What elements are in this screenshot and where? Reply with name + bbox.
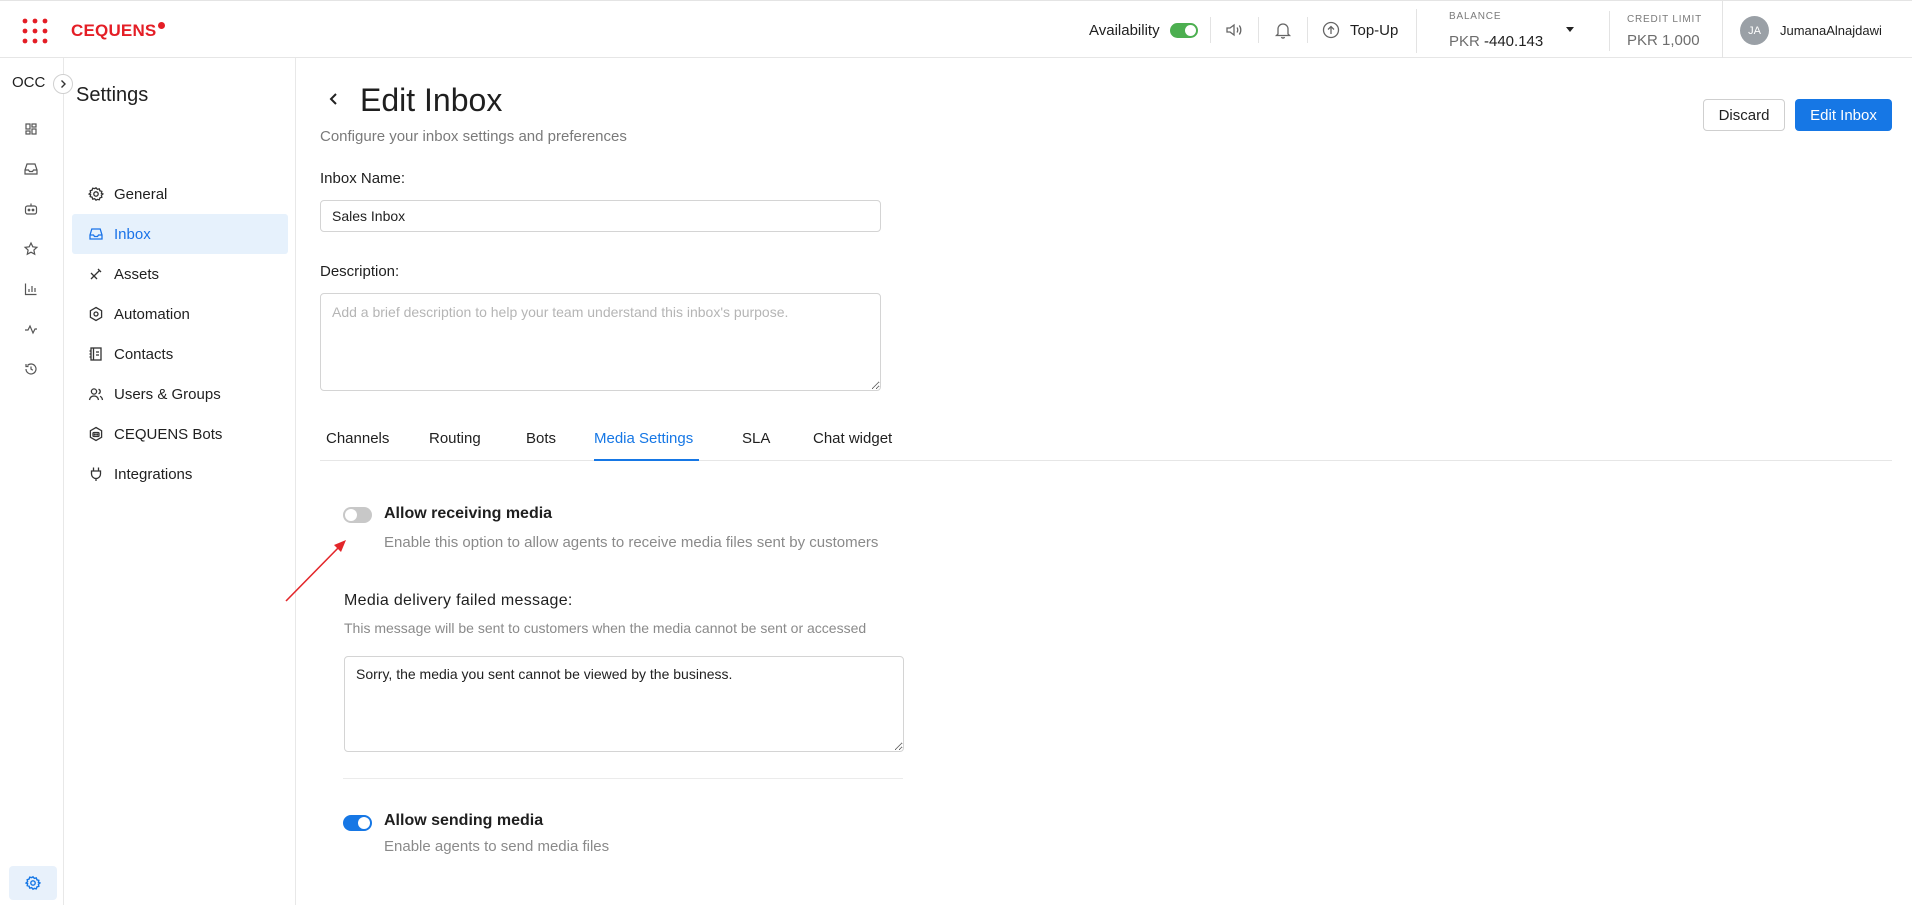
sidebar-item-general[interactable]: General <box>72 174 288 214</box>
discard-button[interactable]: Discard <box>1703 99 1785 131</box>
balance-dropdown-caret[interactable] <box>1566 27 1574 32</box>
sidebar-item-automation[interactable]: Automation <box>72 294 288 334</box>
allow-sending-media-description: Enable agents to send media files <box>384 838 610 855</box>
divider <box>1307 17 1308 43</box>
icon-rail: OCC <box>0 58 73 905</box>
gear-icon <box>25 875 41 891</box>
divider <box>1210 17 1211 43</box>
history-icon[interactable] <box>22 360 40 378</box>
activity-icon[interactable] <box>22 320 40 338</box>
logo-dot <box>158 22 165 29</box>
divider <box>1722 1 1723 59</box>
credit-limit-value: PKR 1,000 <box>1627 32 1700 49</box>
inbox-icon <box>88 226 104 242</box>
inbox-name-input[interactable] <box>320 200 881 232</box>
chevron-right-icon <box>61 80 66 88</box>
chevron-left-icon <box>329 93 337 105</box>
settings-title: Settings <box>76 84 149 106</box>
sidebar-item-assets[interactable]: Assets <box>72 254 288 294</box>
tab-routing[interactable]: Routing <box>429 420 481 461</box>
media-failed-label: Media delivery failed message: <box>344 592 573 609</box>
dashboard-icon[interactable] <box>22 120 40 138</box>
availability-toggle[interactable] <box>1170 23 1198 38</box>
allow-receiving-media-description: Enable this option to allow agents to re… <box>384 534 879 551</box>
balance-currency: PKR <box>1449 33 1480 50</box>
sidebar-item-cequens-bots[interactable]: CEQUENS Bots <box>72 414 288 454</box>
top-bar: CEQUENS Availability Top-Up BALANCE PKR … <box>0 0 1912 59</box>
page-title: Edit Inbox <box>360 82 503 118</box>
balance-caption: BALANCE <box>1449 11 1502 22</box>
section-divider <box>343 778 903 779</box>
brand-logo: CEQUENS <box>71 21 157 40</box>
tab-sla[interactable]: SLA <box>742 420 770 461</box>
bell-icon[interactable] <box>1273 20 1293 40</box>
tools-icon <box>88 266 104 282</box>
tab-media-settings[interactable]: Media Settings <box>594 420 699 461</box>
star-icon[interactable] <box>22 240 40 258</box>
back-button[interactable] <box>327 90 341 108</box>
apps-grid-icon[interactable] <box>22 18 48 44</box>
sidebar-item-users-groups[interactable]: Users & Groups <box>72 374 288 414</box>
divider <box>1416 9 1417 53</box>
settings-sidebar: Settings General Inbox Assets Automation… <box>64 58 296 905</box>
sidebar-item-label: Assets <box>114 265 160 283</box>
divider <box>1258 17 1259 43</box>
speaker-icon[interactable] <box>1224 20 1244 40</box>
divider <box>1609 11 1610 51</box>
allow-sending-media-toggle[interactable] <box>343 815 372 831</box>
sidebar-item-label: General <box>114 185 168 203</box>
description-textarea[interactable] <box>320 293 881 391</box>
credit-limit-caption: CREDIT LIMIT <box>1627 14 1702 25</box>
settings-rail-button[interactable] <box>9 866 57 900</box>
plug-icon <box>88 466 104 482</box>
bar-chart-icon[interactable] <box>22 280 40 298</box>
upload-circle-icon <box>1322 21 1340 39</box>
bot-icon <box>88 426 104 442</box>
tab-chat-widget[interactable]: Chat widget <box>813 420 892 461</box>
tab-bots[interactable]: Bots <box>526 420 556 461</box>
topup-label: Top-Up <box>1350 21 1399 39</box>
users-icon <box>88 386 104 402</box>
media-failed-description: This message will be sent to customers w… <box>344 620 867 636</box>
rail-title: OCC <box>12 74 46 91</box>
edit-inbox-button[interactable]: Edit Inbox <box>1795 99 1892 131</box>
sidebar-item-inbox[interactable]: Inbox <box>72 214 288 254</box>
topup-button[interactable]: Top-Up <box>1322 19 1398 41</box>
expand-rail-button[interactable] <box>53 74 73 94</box>
availability-label: Availability <box>1089 22 1160 39</box>
description-label: Description: <box>320 263 400 280</box>
sidebar-item-label: Contacts <box>114 345 174 363</box>
sidebar-item-integrations[interactable]: Integrations <box>72 454 288 494</box>
sidebar-item-label: Users & Groups <box>114 385 221 403</box>
inbox-tabs: Channels Routing Bots Media Settings SLA… <box>320 420 1892 461</box>
balance-value: -440.143 <box>1484 33 1544 50</box>
username[interactable]: JumanaAlnajdawi <box>1780 23 1882 38</box>
bot-icon[interactable] <box>22 200 40 218</box>
sidebar-item-label: CEQUENS Bots <box>114 425 223 443</box>
allow-sending-media-title: Allow sending media <box>384 812 544 829</box>
tab-channels[interactable]: Channels <box>326 420 389 461</box>
avatar[interactable]: JA <box>1740 16 1769 45</box>
media-failed-message-textarea[interactable]: Sorry, the media you sent cannot be view… <box>344 656 904 752</box>
page-subtitle: Configure your inbox settings and prefer… <box>320 128 627 145</box>
gear-icon <box>88 186 104 202</box>
sidebar-item-label: Integrations <box>114 465 193 483</box>
allow-receiving-media-toggle[interactable] <box>343 507 372 523</box>
inbox-name-label: Inbox Name: <box>320 170 406 187</box>
sidebar-item-contacts[interactable]: Contacts <box>72 334 288 374</box>
automation-hexagon-icon <box>88 306 104 322</box>
contacts-book-icon <box>88 346 104 362</box>
sidebar-item-label: Automation <box>114 305 190 323</box>
sidebar-item-label: Inbox <box>114 225 151 243</box>
main-content: Edit Inbox Configure your inbox settings… <box>297 58 1912 905</box>
inbox-icon[interactable] <box>22 160 40 178</box>
allow-receiving-media-title: Allow receiving media <box>384 505 553 522</box>
